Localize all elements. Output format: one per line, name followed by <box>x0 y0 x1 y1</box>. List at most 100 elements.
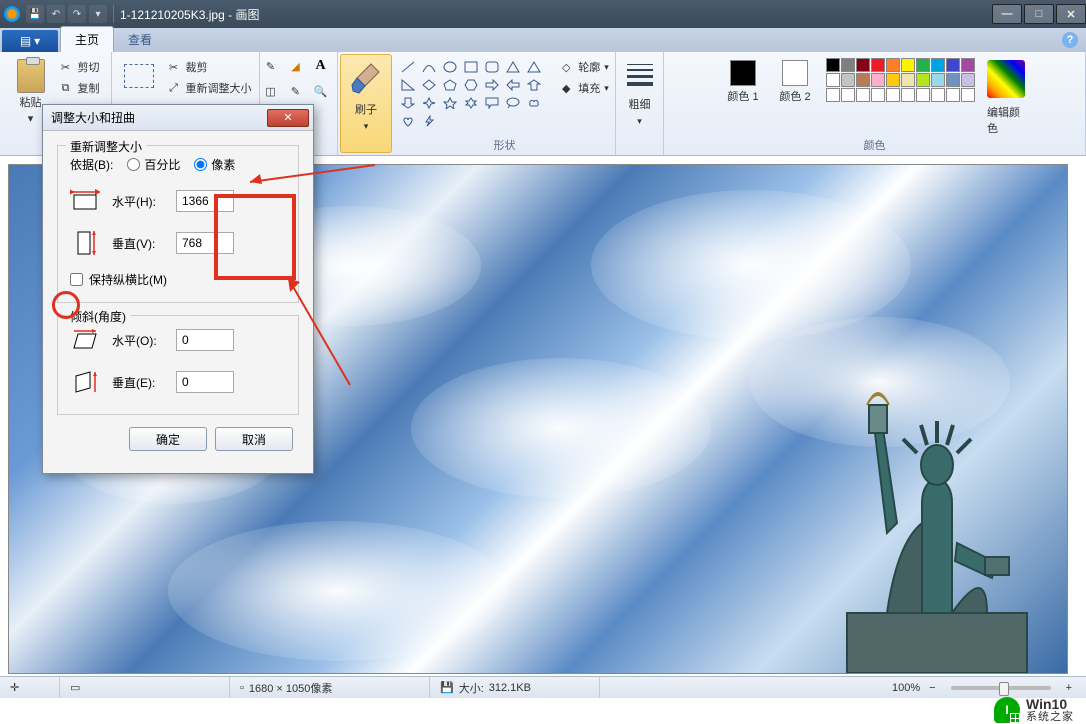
tab-home[interactable]: 主页 <box>60 26 114 52</box>
zoom-slider[interactable] <box>951 686 1051 690</box>
resize-button[interactable]: ⤢重新调整大小 <box>164 79 254 97</box>
shape-arrow-right[interactable] <box>484 78 500 92</box>
color-swatch[interactable] <box>841 88 855 102</box>
color-swatch[interactable] <box>826 88 840 102</box>
color2-button[interactable]: 颜色 2 <box>774 58 816 106</box>
shape-arrow-up[interactable] <box>526 78 542 92</box>
size-icon[interactable] <box>623 58 657 92</box>
maximize-button[interactable]: □ <box>1024 4 1054 24</box>
color-swatch[interactable] <box>946 88 960 102</box>
color-swatch[interactable] <box>961 73 975 87</box>
brush-icon[interactable] <box>349 61 383 97</box>
shape-fill-button[interactable]: ◆填充▾ <box>556 79 611 97</box>
color-swatch[interactable] <box>931 73 945 87</box>
color-swatch[interactable] <box>901 58 915 72</box>
shape-triangle[interactable] <box>526 60 542 74</box>
pencil-tool[interactable]: ✎ <box>263 58 279 74</box>
edit-colors-button[interactable]: 编辑颜色 <box>985 58 1027 138</box>
shape-star6[interactable] <box>463 96 479 110</box>
ok-button[interactable]: 确定 <box>129 427 207 451</box>
color-swatch[interactable] <box>946 73 960 87</box>
file-menu-button[interactable]: ▤ ▾ <box>2 30 58 52</box>
shape-outline-button[interactable]: ◇轮廓▾ <box>556 58 611 76</box>
shape-right-triangle[interactable] <box>400 78 416 92</box>
color-swatch[interactable] <box>916 73 930 87</box>
shape-curve[interactable] <box>421 60 437 74</box>
color-swatch[interactable] <box>961 88 975 102</box>
color-swatch[interactable] <box>946 58 960 72</box>
color-swatch[interactable] <box>856 73 870 87</box>
shape-polygon[interactable] <box>505 60 521 74</box>
color-swatch[interactable] <box>886 73 900 87</box>
shape-arrow-down[interactable] <box>400 96 416 110</box>
shape-oval[interactable] <box>442 60 458 74</box>
color-swatch[interactable] <box>961 58 975 72</box>
color-picker-tool[interactable]: ✎ <box>288 83 304 99</box>
skew-vert-input[interactable] <box>176 371 234 393</box>
help-icon[interactable]: ? <box>1062 32 1078 48</box>
color-swatch[interactable] <box>871 73 885 87</box>
cut-button[interactable]: ✂剪切 <box>56 58 102 76</box>
shape-callout-rect[interactable] <box>484 96 500 110</box>
radio-pixels[interactable]: 像素 <box>194 156 235 173</box>
cancel-button[interactable]: 取消 <box>215 427 293 451</box>
text-tool[interactable]: A <box>313 58 329 74</box>
fill-tool[interactable]: ◢ <box>288 58 304 74</box>
radio-pixels-input[interactable] <box>194 158 207 171</box>
shape-hexagon[interactable] <box>463 78 479 92</box>
color-swatch[interactable] <box>916 88 930 102</box>
shape-rect[interactable] <box>463 60 479 74</box>
color-swatch[interactable] <box>886 88 900 102</box>
shape-arrow-left[interactable] <box>505 78 521 92</box>
tab-view[interactable]: 查看 <box>114 27 166 52</box>
color-swatch[interactable] <box>931 58 945 72</box>
dialog-close-button[interactable]: ✕ <box>267 109 309 127</box>
color-swatch[interactable] <box>901 73 915 87</box>
qat-customize-icon[interactable]: ▾ <box>89 5 107 23</box>
color-swatch[interactable] <box>886 58 900 72</box>
shape-lightning[interactable] <box>421 114 437 128</box>
eraser-tool[interactable]: ◫ <box>263 83 279 99</box>
radio-percent-input[interactable] <box>127 158 140 171</box>
color-swatch[interactable] <box>871 88 885 102</box>
color1-button[interactable]: 颜色 1 <box>722 58 764 106</box>
shape-pentagon[interactable] <box>442 78 458 92</box>
crop-button[interactable]: ✂裁剪 <box>164 58 254 76</box>
dialog-titlebar[interactable]: 调整大小和扭曲 ✕ <box>43 105 313 131</box>
qat-redo-icon[interactable]: ↷ <box>68 5 86 23</box>
horiz-input[interactable] <box>176 190 234 212</box>
shape-callout-oval[interactable] <box>505 96 521 110</box>
radio-percent[interactable]: 百分比 <box>127 156 180 173</box>
color-swatch[interactable] <box>856 88 870 102</box>
color-swatch[interactable] <box>856 58 870 72</box>
color-swatch[interactable] <box>871 58 885 72</box>
color-swatch[interactable] <box>901 88 915 102</box>
zoom-out-button[interactable]: − <box>925 682 939 694</box>
vert-input[interactable] <box>176 232 234 254</box>
color-swatch[interactable] <box>916 58 930 72</box>
color-swatch[interactable] <box>841 58 855 72</box>
copy-button[interactable]: ⧉复制 <box>56 79 102 97</box>
shape-roundrect[interactable] <box>484 60 500 74</box>
color-swatch[interactable] <box>826 73 840 87</box>
shape-diamond[interactable] <box>421 78 437 92</box>
qat-undo-icon[interactable]: ↶ <box>47 5 65 23</box>
shape-star4[interactable] <box>421 96 437 110</box>
minimize-button[interactable]: — <box>992 4 1022 24</box>
shapes-group-label: 形状 <box>394 137 615 153</box>
color-swatch[interactable] <box>841 73 855 87</box>
qat-save-icon[interactable]: 💾 <box>26 5 44 23</box>
shape-line[interactable] <box>400 60 416 74</box>
shape-star5[interactable] <box>442 96 458 110</box>
shape-heart[interactable] <box>400 114 416 128</box>
shapes-gallery[interactable] <box>398 58 548 128</box>
aspect-checkbox[interactable] <box>70 273 83 286</box>
color-swatch[interactable] <box>931 88 945 102</box>
shape-callout-cloud[interactable] <box>526 96 542 110</box>
zoom-in-button[interactable]: + <box>1062 682 1076 694</box>
skew-horiz-input[interactable] <box>176 329 234 351</box>
magnifier-tool[interactable]: 🔍 <box>313 83 329 99</box>
select-button[interactable] <box>118 58 160 94</box>
color-swatch[interactable] <box>826 58 840 72</box>
close-button[interactable]: ✕ <box>1056 4 1086 24</box>
